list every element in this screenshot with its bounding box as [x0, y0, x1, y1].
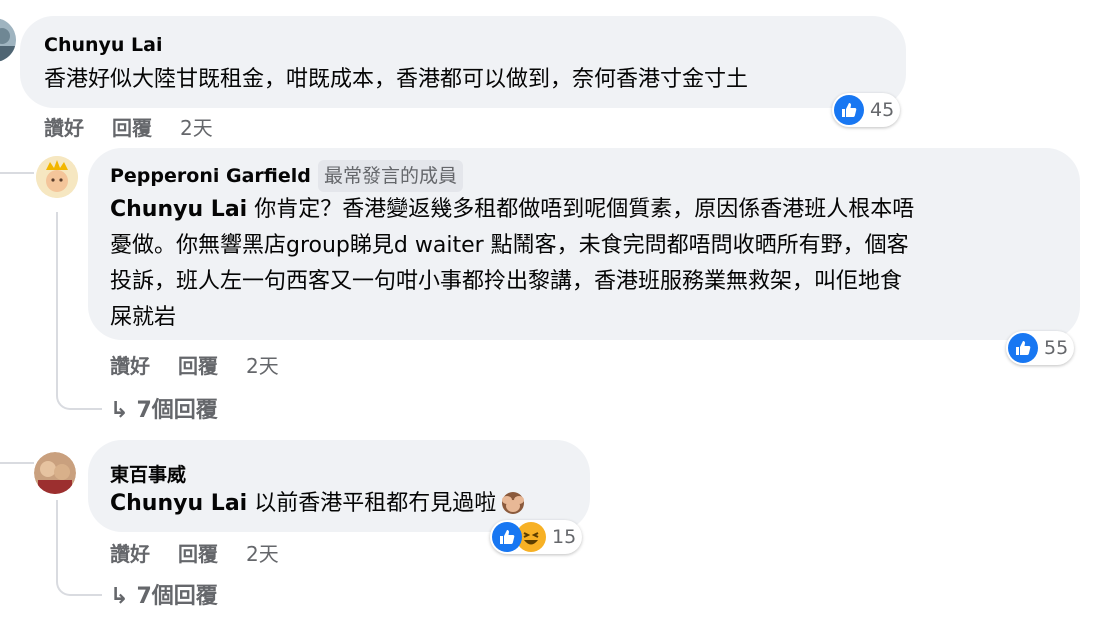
- like-button[interactable]: 讚好: [44, 112, 84, 141]
- comment-text-line: 你肯定？香港變返幾多租都做唔到呢個質素，原因係香港班人根本唔: [247, 197, 915, 222]
- comment-text: Chunyu Lai 你肯定？香港變返幾多租都做唔到呢個質素，原因係香港班人根本…: [110, 192, 1070, 336]
- view-replies-link[interactable]: ↳ 7個回覆: [110, 392, 218, 424]
- avatar-image: [36, 156, 78, 198]
- comment-author[interactable]: Pepperoni Garfield: [110, 165, 311, 187]
- view-replies-link[interactable]: ↳ 7個回覆: [110, 578, 218, 610]
- comment-text: Chunyu Lai 以前香港平租都冇見過啦: [110, 486, 526, 527]
- mention-link[interactable]: Chunyu Lai: [110, 491, 247, 516]
- like-icon: [834, 95, 864, 125]
- like-button[interactable]: 讚好: [110, 538, 150, 567]
- comment-author[interactable]: 東百事威: [110, 460, 186, 487]
- timestamp[interactable]: 2天: [246, 350, 279, 379]
- comment-text-line: 憂做。你無響黑店group睇見d waiter 點鬧客，未食完問都唔問收晒所有野…: [110, 233, 909, 258]
- reaction-summary[interactable]: 55: [1006, 331, 1075, 365]
- like-icon: [492, 522, 522, 552]
- avatar-image: [0, 18, 16, 62]
- reaction-summary[interactable]: 45: [832, 93, 901, 127]
- comment-text-line: 屎就岩: [110, 305, 177, 330]
- like-button[interactable]: 讚好: [110, 350, 150, 379]
- reaction-count: 15: [552, 526, 577, 548]
- avatar[interactable]: [34, 452, 76, 494]
- comment-text-line: 投訴，班人左一句西客又一句咁小事都拎出黎講，香港班服務業無救架，叫佢地食: [110, 269, 903, 294]
- thread-connector: [0, 172, 34, 174]
- comment-actions: 讚好 回覆 2天: [110, 350, 307, 379]
- timestamp[interactable]: 2天: [246, 538, 279, 567]
- comment-author[interactable]: Chunyu Lai: [44, 34, 163, 56]
- thread-connector: [0, 462, 34, 464]
- timestamp[interactable]: 2天: [180, 112, 213, 141]
- mention-link[interactable]: Chunyu Lai: [110, 197, 247, 222]
- comment-actions: 讚好 回覆 2天: [110, 538, 307, 567]
- reply-button[interactable]: 回覆: [112, 112, 152, 141]
- reply-arrow-icon: ↳: [110, 584, 129, 609]
- replies-count: 7個回覆: [136, 584, 218, 609]
- reaction-summary[interactable]: 15: [490, 520, 583, 554]
- avatar-image: [34, 452, 76, 494]
- avatar[interactable]: [36, 156, 78, 198]
- comment-text-body: 以前香港平租都冇見過啦: [247, 491, 497, 516]
- reply-button[interactable]: 回覆: [178, 350, 218, 379]
- reply-arrow-icon: ↳: [110, 398, 129, 423]
- like-icon: [1008, 333, 1038, 363]
- comment-actions: 讚好 回覆 2天: [44, 112, 241, 141]
- comment-text: 香港好似大陸甘既租金，咁既成本，香港都可以做到，奈何香港寸金寸土: [44, 67, 749, 92]
- reaction-count: 55: [1044, 337, 1069, 359]
- replies-count: 7個回覆: [136, 398, 218, 423]
- reaction-count: 45: [870, 99, 895, 121]
- top-contributor-badge: 最常發言的成員: [318, 160, 464, 192]
- reply-button[interactable]: 回覆: [178, 538, 218, 567]
- avatar[interactable]: [0, 18, 16, 62]
